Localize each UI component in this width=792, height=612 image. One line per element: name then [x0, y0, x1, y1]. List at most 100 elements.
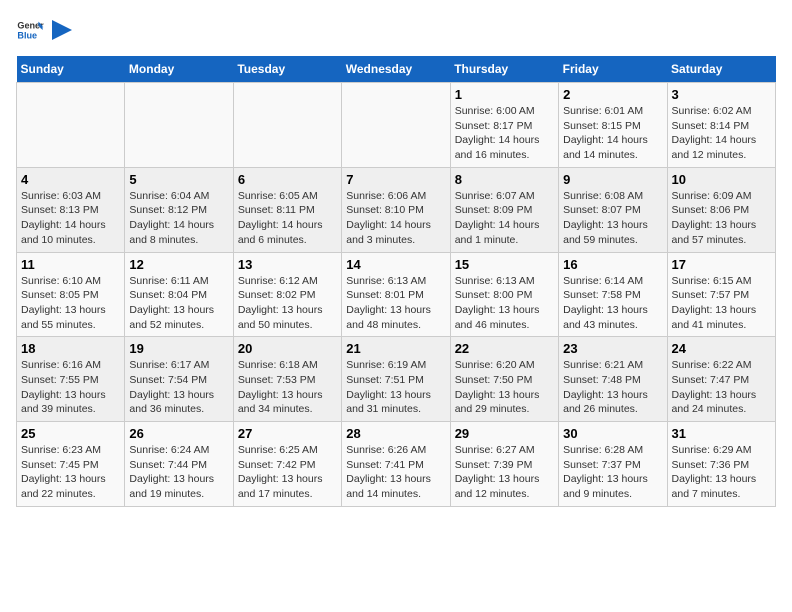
calendar-cell: 14 Sunrise: 6:13 AM Sunset: 8:01 PM Dayli… — [342, 252, 450, 337]
day-number: 13 — [238, 257, 337, 272]
day-info: Sunrise: 6:13 AM Sunset: 8:01 PM Dayligh… — [346, 274, 445, 333]
week-row-5: 25 Sunrise: 6:23 AM Sunset: 7:45 PM Dayli… — [17, 422, 776, 507]
day-info: Sunrise: 6:23 AM Sunset: 7:45 PM Dayligh… — [21, 443, 120, 502]
calendar-cell: 11 Sunrise: 6:10 AM Sunset: 8:05 PM Dayli… — [17, 252, 125, 337]
calendar-table: SundayMondayTuesdayWednesdayThursdayFrid… — [16, 56, 776, 507]
calendar-cell — [125, 83, 233, 168]
page-header: General Blue — [16, 16, 776, 44]
day-number: 15 — [455, 257, 554, 272]
calendar-header-row: SundayMondayTuesdayWednesdayThursdayFrid… — [17, 56, 776, 83]
day-info: Sunrise: 6:18 AM Sunset: 7:53 PM Dayligh… — [238, 358, 337, 417]
week-row-4: 18 Sunrise: 6:16 AM Sunset: 7:55 PM Dayli… — [17, 337, 776, 422]
day-info: Sunrise: 6:02 AM Sunset: 8:14 PM Dayligh… — [672, 104, 771, 163]
day-number: 30 — [563, 426, 662, 441]
calendar-cell — [342, 83, 450, 168]
header-sunday: Sunday — [17, 56, 125, 83]
calendar-cell: 3 Sunrise: 6:02 AM Sunset: 8:14 PM Daylig… — [667, 83, 775, 168]
day-number: 7 — [346, 172, 445, 187]
calendar-cell: 7 Sunrise: 6:06 AM Sunset: 8:10 PM Daylig… — [342, 167, 450, 252]
day-info: Sunrise: 6:22 AM Sunset: 7:47 PM Dayligh… — [672, 358, 771, 417]
calendar-cell: 10 Sunrise: 6:09 AM Sunset: 8:06 PM Dayli… — [667, 167, 775, 252]
svg-text:Blue: Blue — [17, 30, 37, 40]
day-info: Sunrise: 6:28 AM Sunset: 7:37 PM Dayligh… — [563, 443, 662, 502]
day-info: Sunrise: 6:14 AM Sunset: 7:58 PM Dayligh… — [563, 274, 662, 333]
day-number: 29 — [455, 426, 554, 441]
day-number: 24 — [672, 341, 771, 356]
calendar-cell: 22 Sunrise: 6:20 AM Sunset: 7:50 PM Dayli… — [450, 337, 558, 422]
day-number: 18 — [21, 341, 120, 356]
day-number: 22 — [455, 341, 554, 356]
day-number: 11 — [21, 257, 120, 272]
calendar-cell: 23 Sunrise: 6:21 AM Sunset: 7:48 PM Dayli… — [559, 337, 667, 422]
calendar-cell: 6Sunrise: 6:05 AM Sunset: 8:11 PM Daylig… — [233, 167, 341, 252]
calendar-cell: 5 Sunrise: 6:04 AM Sunset: 8:12 PM Daylig… — [125, 167, 233, 252]
day-info: Sunrise: 6:10 AM Sunset: 8:05 PM Dayligh… — [21, 274, 120, 333]
calendar-cell: 9Sunrise: 6:08 AM Sunset: 8:07 PM Daylig… — [559, 167, 667, 252]
calendar-cell: 18 Sunrise: 6:16 AM Sunset: 7:55 PM Dayli… — [17, 337, 125, 422]
day-number: 21 — [346, 341, 445, 356]
day-number: 25 — [21, 426, 120, 441]
day-info: Sunrise: 6:07 AM Sunset: 8:09 PM Dayligh… — [455, 189, 554, 248]
calendar-cell: 30 Sunrise: 6:28 AM Sunset: 7:37 PM Dayli… — [559, 422, 667, 507]
calendar-cell: 12 Sunrise: 6:11 AM Sunset: 8:04 PM Dayli… — [125, 252, 233, 337]
day-number: 10 — [672, 172, 771, 187]
day-number: 3 — [672, 87, 771, 102]
week-row-2: 4Sunrise: 6:03 AM Sunset: 8:13 PM Daylig… — [17, 167, 776, 252]
week-row-1: 1Sunrise: 6:00 AM Sunset: 8:17 PM Daylig… — [17, 83, 776, 168]
day-info: Sunrise: 6:27 AM Sunset: 7:39 PM Dayligh… — [455, 443, 554, 502]
logo: General Blue — [16, 16, 72, 44]
header-wednesday: Wednesday — [342, 56, 450, 83]
day-number: 28 — [346, 426, 445, 441]
day-number: 14 — [346, 257, 445, 272]
calendar-cell: 27 Sunrise: 6:25 AM Sunset: 7:42 PM Dayli… — [233, 422, 341, 507]
calendar-cell: 16Sunrise: 6:14 AM Sunset: 7:58 PM Dayli… — [559, 252, 667, 337]
calendar-cell: 19 Sunrise: 6:17 AM Sunset: 7:54 PM Dayli… — [125, 337, 233, 422]
calendar-cell: 21 Sunrise: 6:19 AM Sunset: 7:51 PM Dayli… — [342, 337, 450, 422]
calendar-cell: 26Sunrise: 6:24 AM Sunset: 7:44 PM Dayli… — [125, 422, 233, 507]
day-info: Sunrise: 6:24 AM Sunset: 7:44 PM Dayligh… — [129, 443, 228, 502]
day-info: Sunrise: 6:11 AM Sunset: 8:04 PM Dayligh… — [129, 274, 228, 333]
logo-icon: General Blue — [16, 16, 44, 44]
calendar-cell: 15 Sunrise: 6:13 AM Sunset: 8:00 PM Dayli… — [450, 252, 558, 337]
day-info: Sunrise: 6:17 AM Sunset: 7:54 PM Dayligh… — [129, 358, 228, 417]
day-info: Sunrise: 6:19 AM Sunset: 7:51 PM Dayligh… — [346, 358, 445, 417]
day-info: Sunrise: 6:04 AM Sunset: 8:12 PM Dayligh… — [129, 189, 228, 248]
day-info: Sunrise: 6:15 AM Sunset: 7:57 PM Dayligh… — [672, 274, 771, 333]
calendar-cell: 8Sunrise: 6:07 AM Sunset: 8:09 PM Daylig… — [450, 167, 558, 252]
day-number: 27 — [238, 426, 337, 441]
calendar-cell: 29 Sunrise: 6:27 AM Sunset: 7:39 PM Dayli… — [450, 422, 558, 507]
day-number: 9 — [563, 172, 662, 187]
day-info: Sunrise: 6:13 AM Sunset: 8:00 PM Dayligh… — [455, 274, 554, 333]
day-info: Sunrise: 6:05 AM Sunset: 8:11 PM Dayligh… — [238, 189, 337, 248]
header-friday: Friday — [559, 56, 667, 83]
week-row-3: 11 Sunrise: 6:10 AM Sunset: 8:05 PM Dayli… — [17, 252, 776, 337]
calendar-cell — [17, 83, 125, 168]
header-monday: Monday — [125, 56, 233, 83]
day-info: Sunrise: 6:16 AM Sunset: 7:55 PM Dayligh… — [21, 358, 120, 417]
header-thursday: Thursday — [450, 56, 558, 83]
day-number: 5 — [129, 172, 228, 187]
day-info: Sunrise: 6:06 AM Sunset: 8:10 PM Dayligh… — [346, 189, 445, 248]
day-number: 23 — [563, 341, 662, 356]
day-info: Sunrise: 6:29 AM Sunset: 7:36 PM Dayligh… — [672, 443, 771, 502]
day-number: 2 — [563, 87, 662, 102]
day-number: 12 — [129, 257, 228, 272]
calendar-cell — [233, 83, 341, 168]
calendar-cell: 28 Sunrise: 6:26 AM Sunset: 7:41 PM Dayli… — [342, 422, 450, 507]
day-number: 17 — [672, 257, 771, 272]
day-info: Sunrise: 6:03 AM Sunset: 8:13 PM Dayligh… — [21, 189, 120, 248]
day-info: Sunrise: 6:26 AM Sunset: 7:41 PM Dayligh… — [346, 443, 445, 502]
header-saturday: Saturday — [667, 56, 775, 83]
day-info: Sunrise: 6:25 AM Sunset: 7:42 PM Dayligh… — [238, 443, 337, 502]
day-number: 1 — [455, 87, 554, 102]
calendar-cell: 31Sunrise: 6:29 AM Sunset: 7:36 PM Dayli… — [667, 422, 775, 507]
calendar-cell: 17 Sunrise: 6:15 AM Sunset: 7:57 PM Dayli… — [667, 252, 775, 337]
calendar-cell: 20Sunrise: 6:18 AM Sunset: 7:53 PM Dayli… — [233, 337, 341, 422]
calendar-cell: 13Sunrise: 6:12 AM Sunset: 8:02 PM Dayli… — [233, 252, 341, 337]
calendar-cell: 24 Sunrise: 6:22 AM Sunset: 7:47 PM Dayli… — [667, 337, 775, 422]
day-info: Sunrise: 6:20 AM Sunset: 7:50 PM Dayligh… — [455, 358, 554, 417]
day-info: Sunrise: 6:21 AM Sunset: 7:48 PM Dayligh… — [563, 358, 662, 417]
day-number: 19 — [129, 341, 228, 356]
header-tuesday: Tuesday — [233, 56, 341, 83]
day-info: Sunrise: 6:09 AM Sunset: 8:06 PM Dayligh… — [672, 189, 771, 248]
